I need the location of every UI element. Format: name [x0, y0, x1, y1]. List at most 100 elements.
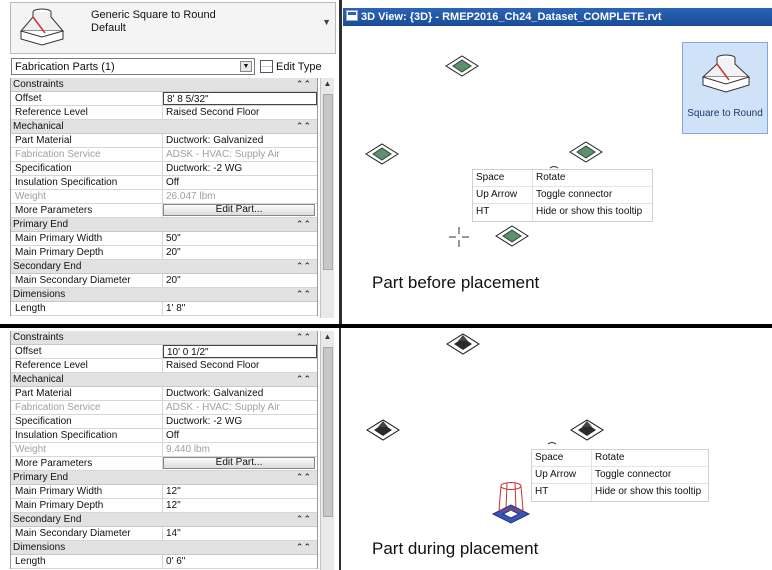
row-more-parameters: More Parameters Edit Part... — [11, 457, 317, 471]
tooltip-row: HT Hide or show this tooltip — [473, 204, 652, 221]
primary-depth-value[interactable]: 12" — [163, 499, 317, 512]
group-primary-end[interactable]: Primary End ⌃⌃ — [11, 471, 317, 485]
properties-grid: Constraints ⌃⌃ Offset 10' 0 1/2" Reference… — [10, 331, 318, 569]
primary-depth-label: Main Primary Depth — [11, 246, 163, 259]
group-constraints[interactable]: Constraints ⌃⌃ — [11, 331, 317, 345]
secondary-diameter-value[interactable]: 20" — [163, 274, 317, 287]
tooltip-desc: Toggle connector — [536, 189, 613, 200]
offset-label: Offset — [11, 92, 163, 105]
properties-scrollbar[interactable]: ▲ — [320, 331, 334, 570]
group-secondary-end[interactable]: Secondary End ⌃⌃ — [11, 260, 317, 274]
group-title: Secondary End — [13, 261, 82, 272]
square-to-round-thumbnail-icon — [19, 8, 65, 46]
group-title: Constraints — [13, 79, 64, 90]
part-material-value[interactable]: Ductwork: Galvanized — [163, 134, 317, 147]
group-mechanical[interactable]: Mechanical ⌃⌃ — [11, 373, 317, 387]
chevron-down-icon[interactable]: ▼ — [322, 17, 331, 27]
reference-level-value[interactable]: Raised Second Floor — [163, 359, 317, 372]
tooltip-desc: Hide or show this tooltip — [536, 206, 643, 217]
row-weight: Weight 26.047 lbm — [11, 190, 317, 204]
tooltip-desc: Rotate — [536, 172, 566, 183]
placed-fitting-icon — [570, 419, 604, 441]
secondary-diameter-value[interactable]: 14" — [163, 527, 317, 540]
row-part-material: Part Material Ductwork: Galvanized — [11, 387, 317, 401]
tooltip-key: Space — [532, 450, 592, 466]
fabrication-service-value: ADSK - HVAC: Supply Air — [166, 402, 280, 413]
row-reference-level: Reference Level Raised Second Floor — [11, 359, 317, 373]
group-constraints[interactable]: Constraints ⌃⌃ — [11, 78, 317, 92]
type-selector[interactable]: Generic Square to Round Default ▼ — [10, 2, 336, 54]
primary-depth-value[interactable]: 20" — [163, 246, 317, 259]
specification-value[interactable]: Ductwork: -2 WG — [163, 415, 317, 428]
placed-fitting-icon — [569, 141, 603, 163]
group-title: Dimensions — [13, 289, 66, 300]
row-insulation-specification: Insulation Specification Off — [11, 429, 317, 443]
collapse-icon[interactable]: ⌃⌃ — [296, 78, 311, 91]
caption-before-placement: Part before placement — [372, 273, 540, 292]
offset-field[interactable]: 8' 8 5/32" — [163, 92, 317, 105]
group-dimensions[interactable]: Dimensions ⌃⌃ — [11, 288, 317, 302]
tooltip-key: Up Arrow — [473, 187, 533, 203]
scrollbar-thumb[interactable] — [323, 347, 333, 517]
edit-part-button[interactable]: Edit Part... — [163, 204, 315, 216]
group-title: Constraints — [13, 332, 64, 343]
chevron-down-icon[interactable]: ▼ — [240, 61, 252, 72]
group-title: Secondary End — [13, 514, 82, 525]
group-mechanical[interactable]: Mechanical ⌃⌃ — [11, 120, 317, 134]
edit-type-button[interactable]: Edit Type — [260, 58, 322, 75]
primary-width-label: Main Primary Width — [11, 232, 163, 245]
tooltip-row: Space Rotate — [532, 450, 708, 467]
collapse-icon[interactable]: ⌃⌃ — [296, 120, 311, 133]
properties-scrollbar[interactable]: ▲ — [320, 78, 334, 318]
edit-type-label: Edit Type — [276, 60, 322, 73]
view-title-bar[interactable]: 3D View: {3D} - RMEP2016_Ch24_Dataset_CO… — [343, 8, 772, 26]
scrollbar-thumb[interactable] — [323, 94, 333, 270]
collapse-icon[interactable]: ⌃⌃ — [296, 513, 311, 526]
group-dimensions[interactable]: Dimensions ⌃⌃ — [11, 541, 317, 555]
collapse-icon[interactable]: ⌃⌃ — [296, 260, 311, 273]
length-value[interactable]: 0' 6" — [163, 555, 317, 568]
row-main-primary-depth: Main Primary Depth 12" — [11, 499, 317, 513]
fitting-fragment-icon — [549, 166, 559, 169]
group-title: Mechanical — [13, 121, 64, 132]
collapse-icon[interactable]: ⌃⌃ — [296, 218, 311, 231]
collapse-icon[interactable]: ⌃⌃ — [296, 471, 311, 484]
insulation-specification-value[interactable]: Off — [163, 176, 317, 189]
specification-value[interactable]: Ductwork: -2 WG — [163, 162, 317, 175]
collapse-icon[interactable]: ⌃⌃ — [296, 331, 311, 344]
primary-width-value[interactable]: 50" — [163, 232, 317, 245]
group-secondary-end[interactable]: Secondary End ⌃⌃ — [11, 513, 317, 527]
reference-level-value[interactable]: Raised Second Floor — [163, 106, 317, 119]
row-fabrication-service: Fabrication Service ADSK - HVAC: Supply A… — [11, 148, 317, 162]
insulation-specification-value[interactable]: Off — [163, 429, 317, 442]
palette-item-label: Square to Round — [687, 108, 763, 119]
caption-during-placement: Part during placement — [372, 539, 539, 558]
specification-label: Specification — [11, 415, 163, 428]
group-primary-end[interactable]: Primary End ⌃⌃ — [11, 218, 317, 232]
row-offset: Offset 10' 0 1/2" — [11, 345, 317, 359]
collapse-icon[interactable]: ⌃⌃ — [296, 541, 311, 554]
scroll-up-icon[interactable]: ▲ — [321, 78, 334, 90]
edit-part-button[interactable]: Edit Part... — [163, 457, 315, 469]
crosshair-cursor-icon — [449, 227, 469, 247]
length-value[interactable]: 1' 8" — [163, 302, 317, 315]
collapse-icon[interactable]: ⌃⌃ — [296, 288, 311, 301]
tooltip-desc: Rotate — [595, 452, 625, 463]
placed-fitting-icon — [495, 225, 529, 247]
palette-item-square-to-round[interactable]: Square to Round — [682, 42, 768, 134]
tooltip-desc: Hide or show this tooltip — [595, 486, 702, 497]
primary-width-value[interactable]: 12" — [163, 485, 317, 498]
row-insulation-specification: Insulation Specification Off — [11, 176, 317, 190]
group-title: Dimensions — [13, 542, 66, 553]
reference-level-label: Reference Level — [11, 359, 163, 372]
type-family: Generic Square to Round — [91, 9, 216, 21]
placed-fitting-icon — [365, 143, 399, 165]
collapse-icon[interactable]: ⌃⌃ — [296, 373, 311, 386]
placed-fitting-icon — [446, 333, 480, 355]
row-length: Length 1' 8" — [11, 302, 317, 316]
scroll-up-icon[interactable]: ▲ — [321, 331, 334, 343]
element-filter-dropdown[interactable]: Fabrication Parts (1) ▼ — [11, 58, 255, 75]
part-material-value[interactable]: Ductwork: Galvanized — [163, 387, 317, 400]
offset-field[interactable]: 10' 0 1/2" — [163, 345, 317, 358]
more-parameters-label: More Parameters — [11, 457, 163, 470]
